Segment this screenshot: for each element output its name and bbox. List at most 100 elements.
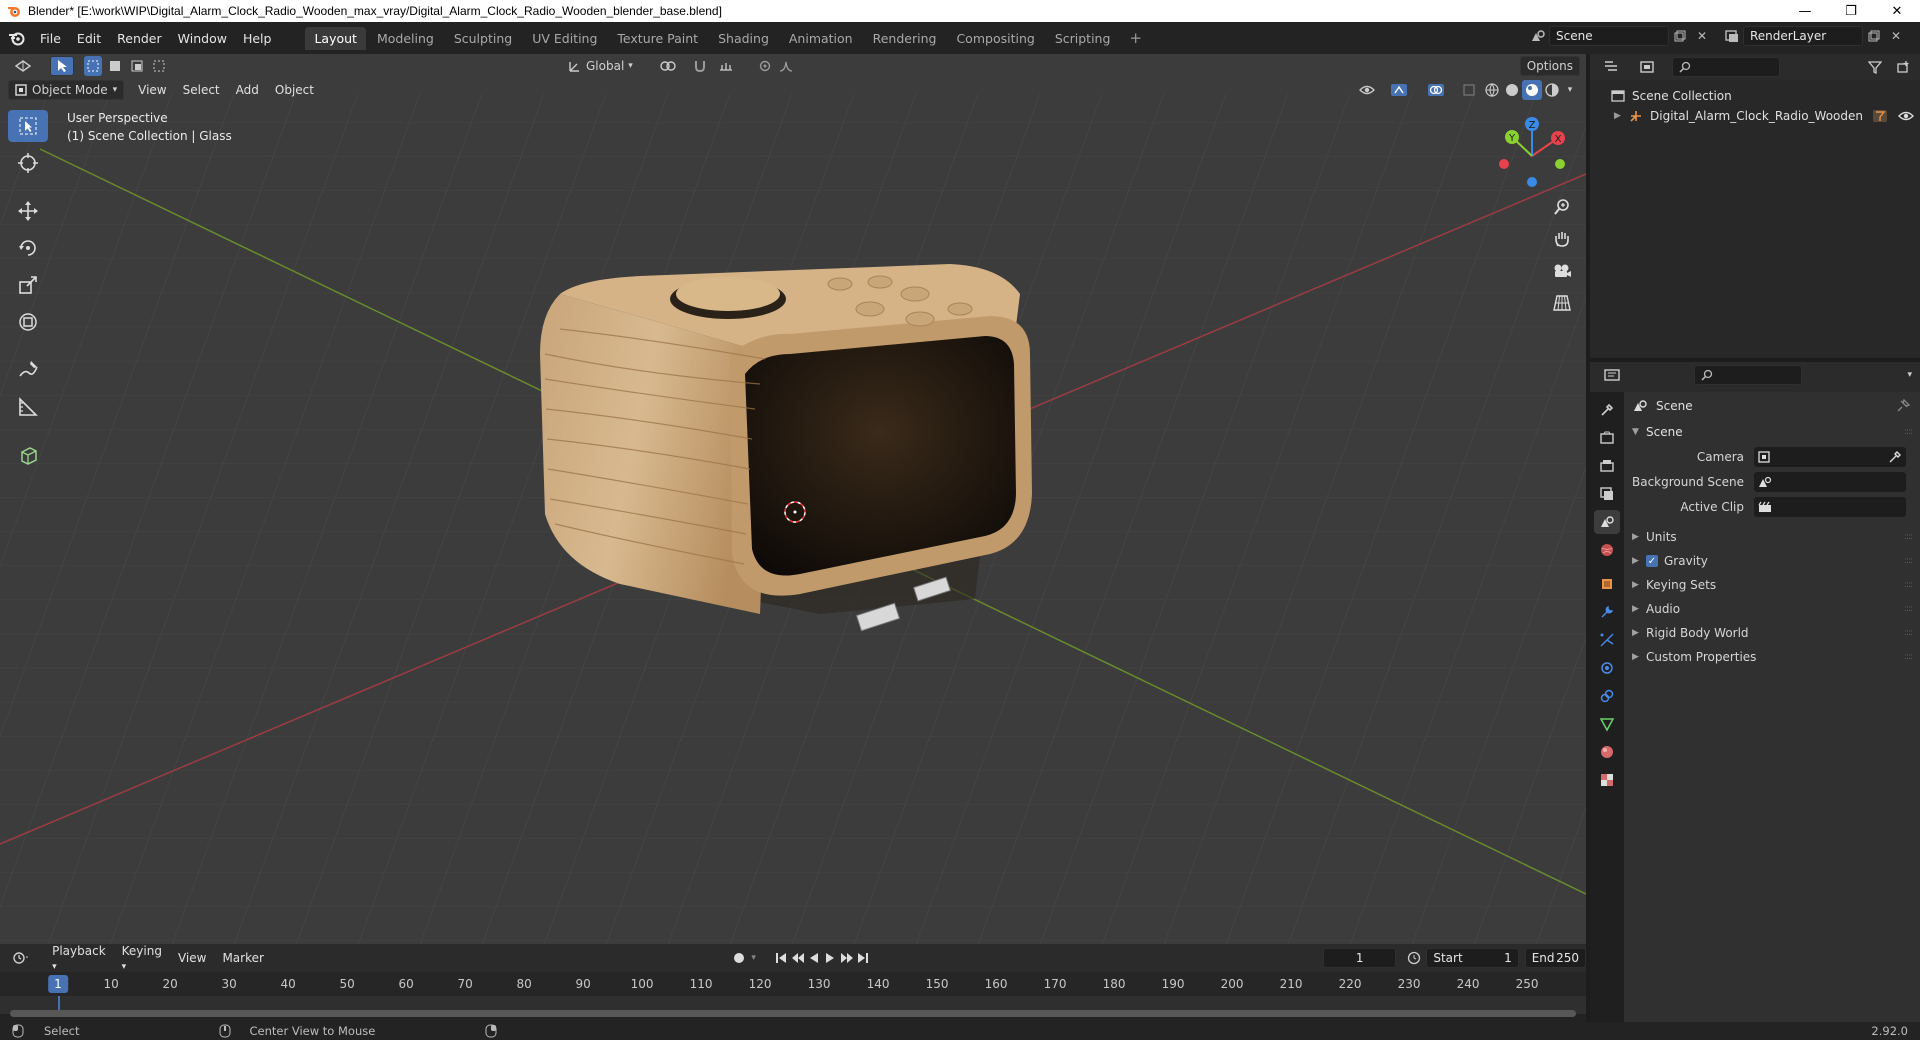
gizmo-toggle-icon[interactable] bbox=[1382, 80, 1416, 100]
scene-icon[interactable] bbox=[1527, 26, 1549, 46]
play-button[interactable] bbox=[822, 948, 838, 968]
active-clip-field[interactable] bbox=[1754, 496, 1906, 517]
camera-view-icon[interactable] bbox=[1547, 258, 1577, 284]
solid-shading-icon[interactable] bbox=[1502, 80, 1522, 100]
proportional-edit-icon[interactable] bbox=[755, 56, 775, 76]
scene-panel-header[interactable]: ▼ Scene :::: bbox=[1624, 420, 1920, 444]
drag-handle-icon[interactable]: :::: bbox=[1904, 532, 1913, 542]
timeline-menu-view[interactable]: View bbox=[170, 951, 214, 965]
tab-rendering[interactable]: Rendering bbox=[864, 27, 946, 50]
jump-keyframe-forward-button[interactable] bbox=[839, 948, 855, 968]
outliner-search-input[interactable] bbox=[1672, 57, 1780, 77]
editor-type-icon[interactable] bbox=[6, 56, 40, 76]
clock-object[interactable] bbox=[540, 264, 1032, 632]
object-mode-dropdown[interactable]: Object Mode ▾ bbox=[8, 80, 125, 100]
tab-compositing[interactable]: Compositing bbox=[947, 27, 1043, 50]
world-tab-icon[interactable] bbox=[1594, 538, 1620, 562]
properties-options-chevron-icon[interactable]: ▾ bbox=[1907, 365, 1912, 385]
rendered-shading-icon[interactable] bbox=[1542, 80, 1562, 100]
gravity-panel[interactable]: ▶ ✓ Gravity :::: bbox=[1624, 549, 1920, 573]
overlays-toggle-icon[interactable] bbox=[1416, 80, 1456, 100]
modifier-filter-icon[interactable] bbox=[1872, 109, 1888, 123]
pivot-point-icon[interactable] bbox=[653, 56, 683, 76]
viewport-menu-select[interactable]: Select bbox=[175, 83, 228, 97]
camera-field[interactable] bbox=[1754, 446, 1906, 467]
tab-sculpting[interactable]: Sculpting bbox=[445, 27, 521, 50]
record-options-chevron-icon[interactable]: ▾ bbox=[748, 948, 759, 968]
viewport-menu-object[interactable]: Object bbox=[267, 83, 322, 97]
pan-hand-icon[interactable] bbox=[1547, 226, 1577, 252]
minimize-button[interactable]: — bbox=[1782, 0, 1828, 22]
keying-sets-panel[interactable]: ▶ Keying Sets :::: bbox=[1624, 573, 1920, 597]
timeline-menu-marker[interactable]: Marker bbox=[214, 951, 271, 965]
jump-keyframe-back-button[interactable] bbox=[790, 948, 806, 968]
menu-render[interactable]: Render bbox=[109, 28, 170, 49]
tab-scripting[interactable]: Scripting bbox=[1046, 27, 1120, 50]
filter-icon[interactable] bbox=[1860, 57, 1890, 77]
drag-handle-icon[interactable]: :::: bbox=[1904, 427, 1913, 437]
visibility-icon[interactable] bbox=[1352, 80, 1382, 100]
output-tab-icon[interactable] bbox=[1594, 454, 1620, 478]
add-cube-tool-icon[interactable] bbox=[8, 439, 48, 471]
view-layer-field[interactable]: RenderLayer bbox=[1743, 26, 1863, 46]
select-extend-icon[interactable] bbox=[106, 56, 124, 76]
object-tab-icon[interactable] bbox=[1594, 572, 1620, 596]
transform-orientation[interactable]: Global ▾ bbox=[568, 56, 633, 76]
close-button[interactable]: ✕ bbox=[1874, 0, 1920, 22]
tab-layout[interactable]: Layout bbox=[305, 26, 366, 50]
shading-options-chevron-icon[interactable]: ▾ bbox=[1562, 80, 1578, 100]
new-view-layer-icon[interactable] bbox=[1863, 26, 1885, 46]
pin-icon[interactable] bbox=[1896, 399, 1910, 413]
constraints-tab-icon[interactable] bbox=[1594, 684, 1620, 708]
snap-target-icon[interactable] bbox=[711, 56, 741, 76]
viewport-menu-add[interactable]: Add bbox=[228, 83, 267, 97]
outliner-object-row[interactable]: ▶ Digital_Alarm_Clock_Radio_Wooden bbox=[1590, 106, 1920, 126]
add-workspace-button[interactable]: + bbox=[1121, 27, 1150, 50]
record-button[interactable] bbox=[730, 948, 748, 968]
jump-start-button[interactable] bbox=[773, 948, 789, 968]
current-frame-field[interactable]: 1 bbox=[1323, 948, 1397, 968]
gravity-checkbox[interactable]: ✓ bbox=[1646, 555, 1658, 567]
current-frame-indicator[interactable]: 1 bbox=[48, 975, 68, 993]
eyedropper-icon[interactable] bbox=[1888, 450, 1902, 464]
render-tab-icon[interactable] bbox=[1594, 426, 1620, 450]
snap-icon[interactable] bbox=[689, 56, 711, 76]
units-panel[interactable]: ▶ Units :::: bbox=[1624, 525, 1920, 549]
zoom-icon[interactable] bbox=[1547, 194, 1577, 220]
timeline-scrollbar[interactable] bbox=[10, 1010, 1576, 1017]
properties-search-input[interactable] bbox=[1694, 365, 1802, 385]
menu-file[interactable]: File bbox=[32, 28, 69, 49]
scene-tab-icon[interactable] bbox=[1594, 510, 1620, 534]
material-tab-icon[interactable] bbox=[1594, 740, 1620, 764]
tab-texture-paint[interactable]: Texture Paint bbox=[608, 27, 707, 50]
texture-tab-icon[interactable] bbox=[1594, 768, 1620, 792]
jump-end-button[interactable] bbox=[855, 948, 871, 968]
select-set-icon[interactable] bbox=[84, 56, 102, 76]
drag-handle-icon[interactable]: :::: bbox=[1904, 628, 1913, 638]
annotate-tool-icon[interactable] bbox=[8, 354, 48, 386]
proportional-falloff-icon[interactable] bbox=[775, 56, 797, 76]
drag-handle-icon[interactable]: :::: bbox=[1904, 580, 1913, 590]
preview-range-clock-icon[interactable] bbox=[1406, 948, 1422, 968]
expand-arrow-icon[interactable]: ▶ bbox=[1614, 111, 1628, 121]
xray-toggle-icon[interactable] bbox=[1456, 80, 1482, 100]
properties-editor-type-icon[interactable] bbox=[1596, 365, 1628, 385]
options-button[interactable]: Options bbox=[1519, 56, 1580, 76]
delete-scene-icon[interactable]: ✕ bbox=[1691, 26, 1713, 46]
rotate-tool-icon[interactable] bbox=[8, 232, 48, 264]
measure-tool-icon[interactable] bbox=[8, 391, 48, 423]
data-tab-icon[interactable] bbox=[1594, 712, 1620, 736]
end-frame-field[interactable]: End 250 bbox=[1524, 948, 1587, 968]
rigid-body-world-panel[interactable]: ▶ Rigid Body World :::: bbox=[1624, 621, 1920, 645]
modifiers-tab-icon[interactable] bbox=[1594, 600, 1620, 624]
select-tool-header-icon[interactable] bbox=[50, 56, 74, 76]
tab-animation[interactable]: Animation bbox=[780, 27, 862, 50]
custom-properties-panel[interactable]: ▶ Custom Properties :::: bbox=[1624, 645, 1920, 669]
tab-uv-editing[interactable]: UV Editing bbox=[523, 27, 606, 50]
new-collection-icon[interactable] bbox=[1890, 57, 1916, 77]
3d-viewport[interactable]: Global ▾ Options Object Mode ▾ View Sele… bbox=[0, 54, 1586, 944]
delete-view-layer-icon[interactable]: ✕ bbox=[1885, 26, 1907, 46]
move-tool-icon[interactable] bbox=[8, 195, 48, 227]
scene-name-field[interactable]: Scene bbox=[1549, 26, 1669, 46]
timeline-menu-playback[interactable]: Playback ▾ bbox=[44, 944, 114, 972]
